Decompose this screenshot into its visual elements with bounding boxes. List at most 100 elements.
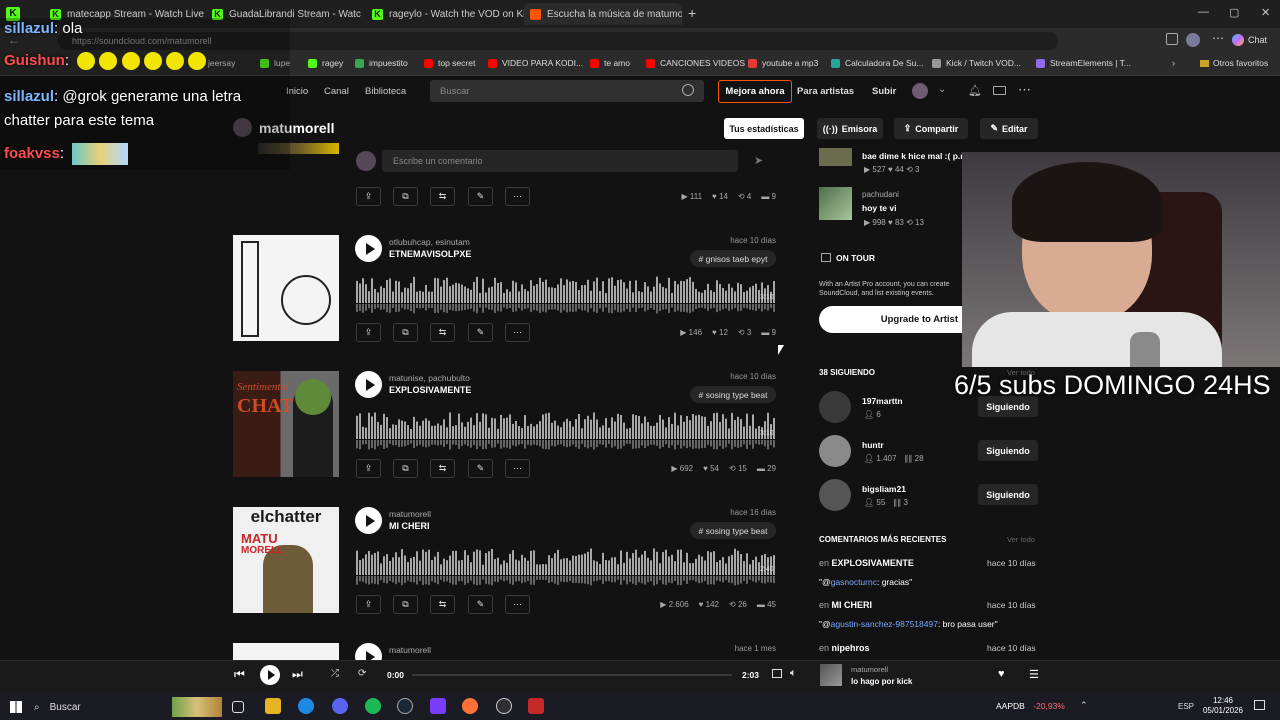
copy-link-button[interactable]: ⧉ [393, 323, 418, 342]
share-button[interactable]: ⇪ [356, 187, 381, 206]
play-button[interactable] [260, 665, 280, 685]
messages-icon[interactable] [993, 86, 1006, 95]
following-avatar[interactable] [819, 391, 851, 423]
chevron-down-icon[interactable]: ⌄ [938, 84, 946, 95]
track-artwork[interactable] [233, 235, 339, 341]
following-avatar[interactable] [819, 435, 851, 467]
track-play-button[interactable] [355, 507, 382, 534]
edit-button[interactable]: ✎ Editar [980, 118, 1038, 139]
more-button[interactable]: ⋯ [505, 323, 530, 342]
repost-button[interactable]: ⇆ [430, 459, 455, 478]
extensions-icon[interactable] [1166, 33, 1178, 45]
bookmark-item[interactable]: VIDEO PARA KODI... [488, 58, 583, 68]
track-title[interactable]: ETNEMAVISOLPXE [389, 249, 471, 259]
send-comment-icon[interactable]: ➤ [754, 154, 763, 167]
share-button[interactable]: ⇪ Compartir [894, 118, 968, 139]
menu-dots-icon[interactable]: ⋯ [1212, 31, 1224, 45]
bookmark-item[interactable]: youtube a mp3 [748, 58, 818, 68]
more-icon[interactable]: ⋯ [1018, 82, 1031, 98]
tray-chevron-icon[interactable]: ⌃ [1080, 700, 1088, 711]
bookmark-item[interactable]: StreamElements | T... [1036, 58, 1131, 68]
file-explorer-icon[interactable] [265, 698, 281, 714]
repost-button[interactable]: ⇆ [430, 187, 455, 206]
share-button[interactable]: ⇪ [356, 595, 381, 614]
language-indicator[interactable]: ESP [1178, 702, 1194, 711]
repost-button[interactable]: ⇆ [430, 323, 455, 342]
comment-track-name[interactable]: EXPLOSIVAMENTE [832, 558, 914, 568]
bookmark-item[interactable]: top secret [424, 58, 475, 68]
previous-icon[interactable]: ⏮ [234, 667, 245, 682]
bookmark-item[interactable]: impuestito [355, 58, 408, 68]
comment-user-link[interactable]: gasnocturnc [831, 577, 877, 587]
track-artwork[interactable]: elchatter MATU MORELL [233, 507, 339, 613]
search-icon[interactable] [682, 84, 694, 96]
comment-track-name[interactable]: nipehros [832, 643, 870, 653]
user-avatar[interactable] [912, 83, 928, 99]
track-play-button[interactable] [355, 371, 382, 398]
stats-button[interactable]: Tus estadísticas [724, 118, 804, 139]
comment-input[interactable]: Escribe un comentario [382, 150, 738, 172]
comment-track-name[interactable]: MI CHERI [832, 600, 873, 610]
track-artist[interactable]: matumorell [389, 645, 431, 655]
clock[interactable]: 12:46 05/01/2026 [1200, 696, 1246, 716]
track-waveform[interactable] [356, 409, 776, 451]
track-tag[interactable]: # sosing type beat [690, 386, 776, 403]
share-button[interactable]: ⇪ [356, 323, 381, 342]
following-button[interactable]: Siguiendo [978, 440, 1038, 461]
close-window-icon[interactable]: ✕ [1261, 6, 1270, 19]
bookmark-item[interactable]: Calculadora De Su... [831, 58, 923, 68]
comment-track[interactable]: en nipehros [819, 643, 870, 653]
nav-subir[interactable]: Subir [872, 86, 896, 97]
track-title[interactable]: MI CHERI [389, 521, 430, 531]
repeat-icon[interactable]: ⟳ [358, 668, 366, 679]
app-icon[interactable] [430, 698, 446, 714]
edit-button[interactable]: ✎ [468, 595, 493, 614]
firefox-icon[interactable] [462, 698, 478, 714]
volume-icon[interactable]: 🔈︎ [790, 667, 797, 680]
bookmarks-chevron-icon[interactable]: › [1172, 58, 1175, 68]
next-icon[interactable]: ⏭ [292, 667, 303, 682]
edit-button[interactable]: ✎ [468, 323, 493, 342]
track-waveform[interactable] [356, 273, 776, 315]
maximize-icon[interactable]: ▢ [1229, 6, 1239, 19]
more-button[interactable]: ⋯ [505, 595, 530, 614]
following-button[interactable]: Siguiendo [978, 484, 1038, 505]
notifications-bell-icon[interactable]: 🔔︎ [968, 84, 982, 97]
track-title[interactable]: EXPLOSIVAMENTE [389, 385, 471, 395]
bookmark-item[interactable]: te amo [590, 58, 630, 68]
station-button[interactable]: ((·)) Emisora [817, 118, 883, 139]
more-button[interactable]: ⋯ [505, 459, 530, 478]
player-artist[interactable]: matumorell [851, 665, 888, 674]
track-play-button[interactable] [355, 235, 382, 262]
new-tab-icon[interactable]: + [688, 5, 696, 21]
steam-icon[interactable] [397, 698, 413, 714]
bookmark-item[interactable]: ragey [308, 58, 343, 68]
track-artist[interactable]: matunise, pachubulto [389, 373, 470, 383]
upgrade-artist-button[interactable]: Upgrade to Artist [819, 306, 962, 333]
progress-bar[interactable] [412, 674, 732, 676]
shuffle-icon[interactable]: ⤮ [331, 668, 339, 679]
track-artist[interactable]: matumorell [389, 509, 431, 519]
following-name[interactable]: 197marttn [862, 396, 903, 406]
nav-biblioteca[interactable]: Biblioteca [365, 86, 406, 97]
task-view-icon[interactable] [232, 701, 244, 713]
player-title[interactable]: lo hago por kick [851, 677, 912, 686]
windows-start-icon[interactable] [10, 701, 22, 713]
notification-icon[interactable] [1254, 700, 1265, 710]
copy-link-button[interactable]: ⧉ [393, 187, 418, 206]
bookmark-item[interactable]: Kick / Twitch VOD... [932, 58, 1021, 68]
comment-track[interactable]: en EXPLOSIVAMENTE [819, 558, 914, 568]
tab-rageylo[interactable]: K rageylo - Watch the VOD on Kick ✕ [366, 3, 524, 25]
edit-button[interactable]: ✎ [468, 187, 493, 206]
like-icon[interactable]: ♥ [998, 668, 1005, 680]
comment-user-link[interactable]: agustin-sanchez-987518497 [831, 619, 938, 629]
track-artwork[interactable]: Sentimental CHATTER [233, 371, 339, 477]
profile-avatar-icon[interactable] [1186, 33, 1200, 47]
following-name[interactable]: huntr [862, 440, 884, 450]
cast-icon[interactable] [772, 669, 782, 678]
discord-icon[interactable] [332, 698, 348, 714]
bookmark-item[interactable]: CANCIONES VIDEOS [646, 58, 745, 68]
track-tag[interactable]: # gnisos taeb epyt [690, 250, 776, 267]
track-artist[interactable]: otlubuhcap, esinutam [389, 237, 470, 247]
nav-canal[interactable]: Canal [324, 86, 349, 97]
